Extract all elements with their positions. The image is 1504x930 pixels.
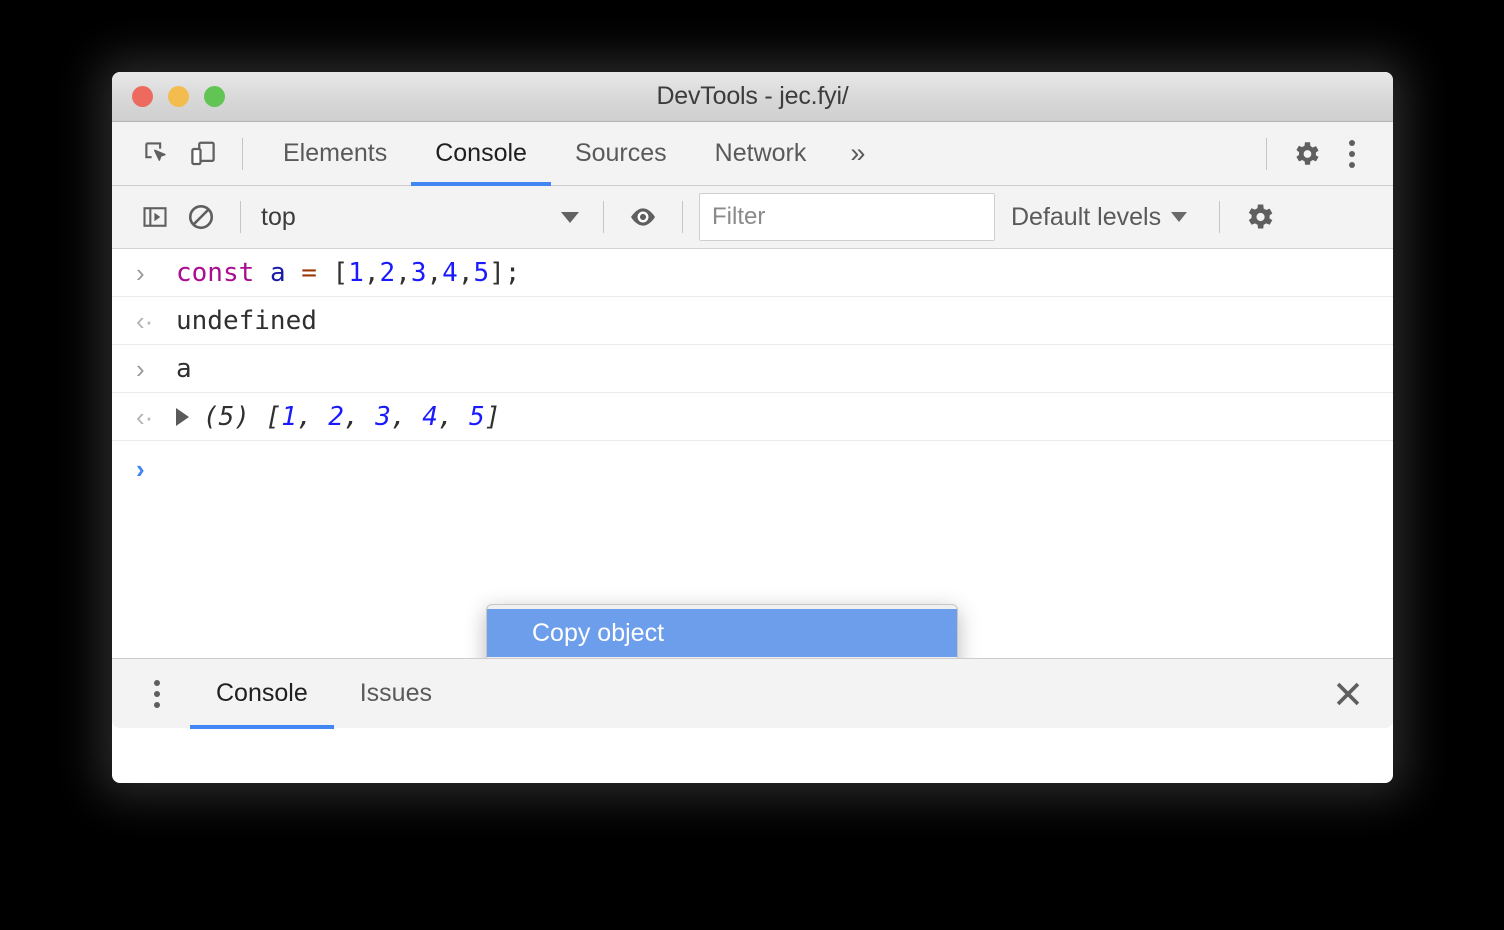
inspect-element-icon[interactable] (134, 131, 180, 177)
console-toolbar-divider-2 (603, 201, 604, 233)
expand-triangle-icon[interactable] (176, 407, 189, 426)
tab-elements[interactable]: Elements (259, 122, 411, 186)
console-input-code: const a = [1,2,3,4,5]; (176, 258, 520, 288)
console-settings-gear-icon[interactable] (1236, 194, 1282, 240)
console-row-input[interactable]: › const a = [1,2,3,4,5]; (112, 249, 1393, 297)
token-comma-2: , (395, 257, 411, 288)
tab-sources[interactable]: Sources (551, 122, 691, 186)
tab-elements-label: Elements (283, 139, 388, 167)
console-row-output[interactable]: ‹· undefined (112, 297, 1393, 345)
console-input-code: a (176, 353, 192, 384)
kebab-dots (154, 679, 160, 708)
window-title-bar: DevTools - jec.fyi/ (112, 72, 1393, 122)
devtools-window: DevTools - jec.fyi/ Elements Console Sou… (112, 72, 1393, 783)
kebab-menu-icon[interactable] (1329, 131, 1375, 177)
console-input-arrow-icon: › (136, 353, 145, 384)
toolbar-divider (242, 137, 243, 170)
token-comma-3: , (426, 257, 443, 288)
context-menu[interactable]: Copy object Store object as global varia… (486, 604, 958, 658)
filter-input[interactable] (699, 193, 995, 241)
close-icon[interactable] (1325, 671, 1371, 717)
drawer-right (1325, 671, 1393, 717)
array-item-2: 3 (375, 401, 391, 432)
execution-context-selector[interactable]: top (257, 197, 587, 237)
console-output-arrow-icon: ‹· (136, 305, 154, 336)
log-levels-selector[interactable]: Default levels (995, 203, 1203, 232)
token-number-1: 1 (348, 257, 364, 288)
console-toolbar-divider-1 (240, 201, 241, 233)
array-result[interactable]: (5) [1, 2, 3, 4, 5] (176, 402, 500, 432)
token-number-2: 2 (379, 257, 396, 288)
drawer-kebab-menu-icon[interactable] (134, 671, 180, 717)
kebab-dots (1349, 139, 1355, 168)
token-comma-1: , (363, 257, 380, 288)
console-sidebar-toggle-icon[interactable] (132, 194, 178, 240)
console-output-arrow-icon: ‹· (136, 401, 154, 432)
console-toolbar-divider-4 (1219, 201, 1221, 233)
token-comma-4: , (457, 257, 474, 288)
array-item-0: 1 (281, 401, 297, 432)
main-toolbar: Elements Console Sources Network » (112, 122, 1393, 186)
token-space-1 (254, 258, 270, 288)
token-space-2 (286, 258, 302, 288)
tab-console-label: Console (435, 139, 527, 167)
array-open-bracket: [ (265, 401, 282, 432)
window-title: DevTools - jec.fyi/ (656, 82, 849, 110)
clear-console-icon[interactable] (178, 194, 224, 240)
token-number-4: 4 (442, 257, 458, 288)
drawer-tab-console[interactable]: Console (190, 659, 334, 729)
array-sep-2: , (390, 401, 423, 432)
token-variable: a (269, 257, 286, 288)
log-levels-label: Default levels (1011, 202, 1162, 231)
context-menu-item-copy-object-label: Copy object (532, 618, 665, 647)
console-output-value: undefined (176, 305, 317, 336)
chevron-down-icon (561, 211, 579, 223)
array-sep-0: , (296, 401, 329, 432)
console-prompt-row[interactable]: › (112, 441, 1393, 497)
more-tabs-button[interactable]: » (830, 122, 885, 186)
drawer-toolbar: Console Issues (112, 658, 1393, 729)
drawer-tab-issues[interactable]: Issues (334, 659, 458, 729)
execution-context-value: top (261, 202, 296, 231)
panel-tabs: Elements Console Sources Network » (259, 122, 885, 186)
context-menu-item-copy-object[interactable]: Copy object (487, 609, 957, 657)
console-row-result[interactable]: ‹· (5) [1, 2, 3, 4, 5] (112, 393, 1393, 441)
tab-console[interactable]: Console (411, 122, 551, 186)
toolbar-divider-right (1266, 137, 1267, 170)
drawer-tab-console-label: Console (216, 679, 308, 707)
token-operator: = (301, 257, 317, 288)
drawer-tabs: Console Issues (190, 659, 458, 729)
gear-icon[interactable] (1283, 131, 1329, 177)
eye-icon[interactable] (620, 194, 666, 240)
array-sep-3: , (437, 401, 470, 432)
array-preview: (5) [1, 2, 3, 4, 5] (203, 402, 500, 432)
tab-network-label: Network (714, 139, 807, 167)
console-toolbar: top Default levels (112, 186, 1393, 249)
token-bracket-open: [ (316, 257, 349, 288)
console-input-arrow-icon: › (136, 257, 145, 288)
token-number-5: 5 (473, 257, 490, 288)
console-prompt-arrow-icon: › (136, 454, 145, 484)
chevron-down-icon (1171, 212, 1188, 222)
more-tabs-label: » (850, 138, 866, 168)
main-toolbar-right (1250, 131, 1393, 177)
tab-network[interactable]: Network (691, 122, 831, 186)
token-bracket-close: ]; (489, 257, 521, 288)
console-output[interactable]: › const a = [1,2,3,4,5]; ‹· undefined › … (112, 249, 1393, 658)
array-sep-1: , (343, 401, 376, 432)
token-number-3: 3 (410, 257, 427, 288)
array-length-label: (5) (203, 401, 250, 432)
console-toolbar-divider-3 (682, 201, 683, 233)
device-toolbar-icon[interactable] (180, 131, 226, 177)
token-keyword: const (176, 257, 255, 288)
array-item-3: 4 (422, 401, 438, 432)
console-row-input[interactable]: › a (112, 345, 1393, 393)
array-space (250, 402, 266, 432)
array-item-4: 5 (469, 401, 485, 432)
tab-sources-label: Sources (574, 139, 667, 167)
drawer-tab-issues-label: Issues (359, 679, 432, 707)
array-close-bracket: ] (484, 401, 501, 432)
array-item-1: 2 (328, 401, 344, 432)
